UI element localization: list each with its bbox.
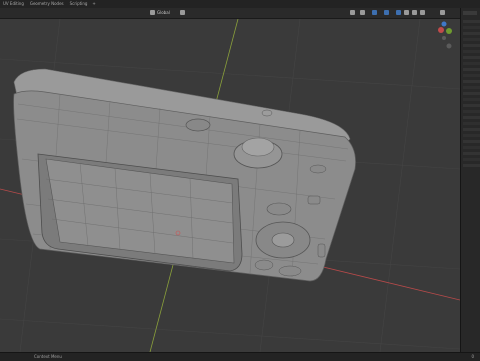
shutter-button xyxy=(261,109,273,117)
viewport-header: Global xyxy=(0,8,460,19)
filter-icon[interactable] xyxy=(440,10,445,15)
tab-scripting[interactable]: Scripting xyxy=(67,0,91,8)
transform-orientation-icon[interactable] xyxy=(150,10,155,15)
list-item[interactable] xyxy=(463,80,480,83)
list-item[interactable] xyxy=(463,110,480,113)
list-item[interactable] xyxy=(463,32,480,35)
list-item[interactable] xyxy=(463,50,480,53)
list-item[interactable] xyxy=(463,44,480,47)
view-object-types-icon[interactable] xyxy=(350,10,355,15)
list-item[interactable] xyxy=(463,164,480,167)
list-item[interactable] xyxy=(463,146,480,149)
transform-orientation-dropdown[interactable]: Global xyxy=(157,10,170,16)
outliner-panel xyxy=(460,8,480,352)
camera-model xyxy=(13,68,356,282)
list-item[interactable] xyxy=(463,74,480,77)
3d-viewport[interactable] xyxy=(0,19,460,352)
list-item[interactable] xyxy=(463,62,480,65)
list-item[interactable] xyxy=(463,158,480,161)
list-item[interactable] xyxy=(463,122,480,125)
list-item[interactable] xyxy=(463,134,480,137)
add-workspace-button[interactable]: + xyxy=(90,0,97,8)
list-item[interactable] xyxy=(463,98,480,101)
frame-indicator: 0 xyxy=(471,354,474,359)
menu-button xyxy=(266,202,292,216)
zoom-lever xyxy=(185,118,211,132)
list-item[interactable] xyxy=(463,140,480,143)
list-item[interactable] xyxy=(463,116,480,119)
navigation-gizmo[interactable] xyxy=(432,21,458,51)
list-item[interactable] xyxy=(463,20,480,23)
viewport-canvas xyxy=(0,19,460,352)
outliner-search[interactable] xyxy=(463,11,477,15)
list-item[interactable] xyxy=(463,152,480,155)
material-icon[interactable] xyxy=(412,10,417,15)
list-item[interactable] xyxy=(463,104,480,107)
list-item[interactable] xyxy=(463,128,480,131)
rendered-icon[interactable] xyxy=(420,10,425,15)
tab-uv-editing[interactable]: UV Editing xyxy=(0,0,27,8)
ok-button xyxy=(271,232,295,248)
solid-icon[interactable] xyxy=(404,10,409,15)
gizmo-toggle-icon[interactable] xyxy=(360,10,365,15)
list-item[interactable] xyxy=(463,38,480,41)
list-item[interactable] xyxy=(463,26,480,29)
list-item[interactable] xyxy=(463,56,480,59)
list-item[interactable] xyxy=(463,86,480,89)
list-item[interactable] xyxy=(463,68,480,71)
status-hint: Context Menu xyxy=(34,354,62,359)
pivot-icon[interactable] xyxy=(180,10,185,15)
wireframe-icon[interactable] xyxy=(396,10,401,15)
list-item[interactable] xyxy=(463,92,480,95)
overlay-toggle-icon[interactable] xyxy=(372,10,377,15)
tab-geometry-nodes[interactable]: Geometry Nodes xyxy=(27,0,67,8)
xray-toggle-icon[interactable] xyxy=(384,10,389,15)
